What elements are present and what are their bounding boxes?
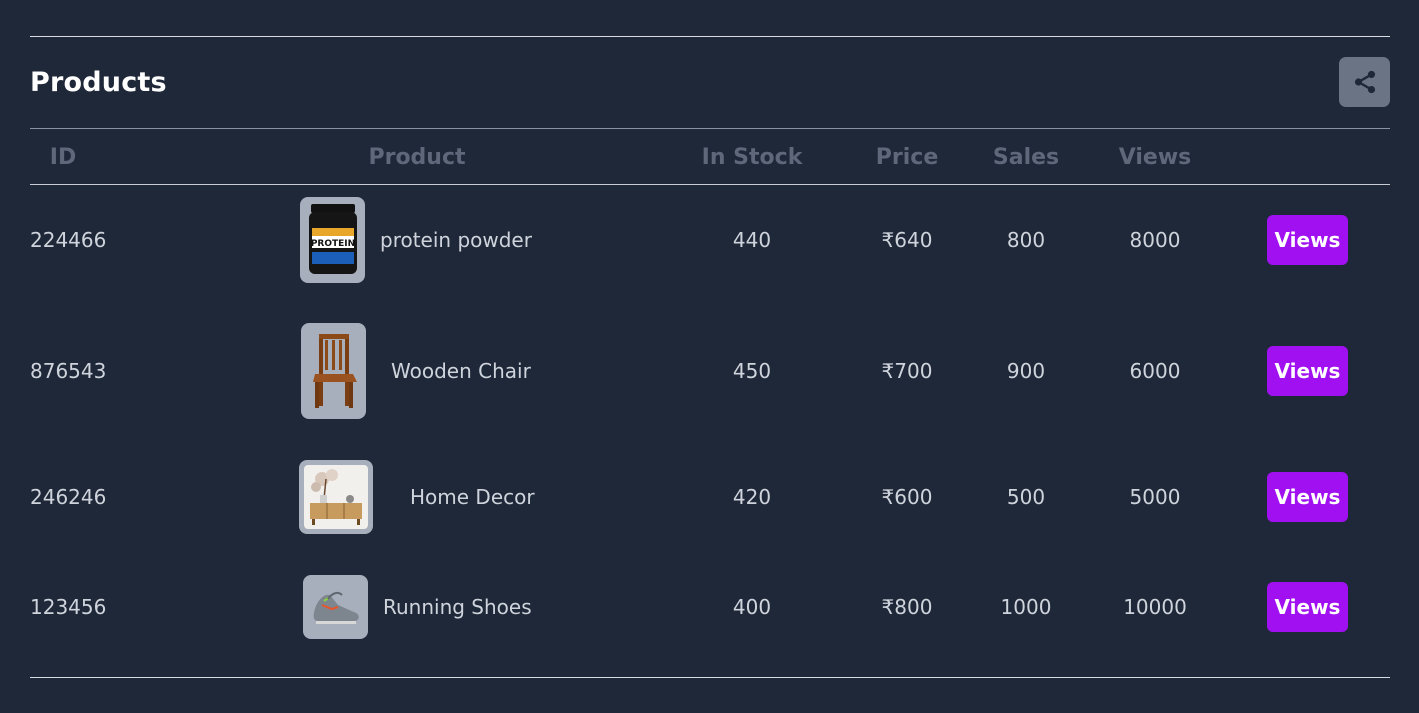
table-header: ID Product In Stock Price Sales Views [30,128,1390,185]
table-row: 876543 Wooden Chair 450 ₹700 900 6000 Vi… [30,323,1390,419]
col-header-product[interactable]: Product [368,145,465,170]
sales: 500 [1006,485,1046,509]
views-count: 6000 [1129,359,1181,383]
product-id: 123456 [30,595,107,619]
running-shoes-icon [313,591,359,624]
home-decor-icon [304,465,368,529]
product-image-decor [299,460,373,534]
views-count: 10000 [1123,595,1187,619]
product-id: 246246 [30,485,107,509]
views-count: 5000 [1129,485,1181,509]
svg-text:PROTEIN: PROTEIN [310,239,354,249]
col-header-views[interactable]: Views [1119,145,1192,170]
product-name: protein powder [380,228,532,252]
views-button[interactable]: Views [1267,472,1348,522]
table-row: 224466 PROTEIN protein powder 440 ₹640 8… [30,195,1390,285]
col-header-price[interactable]: Price [876,145,938,170]
col-header-in-stock[interactable]: In Stock [702,145,803,170]
product-name: Running Shoes [383,595,532,619]
in-stock: 440 [732,228,772,252]
product-name: Home Decor [410,485,535,509]
views-count: 8000 [1129,228,1181,252]
price: ₹800 [881,595,933,619]
product-name: Wooden Chair [391,359,531,383]
table-row: 246246 Home Decor 420 ₹600 500 5000 View… [30,460,1390,534]
protein-tub-icon: PROTEIN [308,204,357,274]
col-header-sales[interactable]: Sales [993,145,1059,170]
product-id: 224466 [30,228,107,252]
product-id: 876543 [30,359,107,383]
in-stock: 420 [732,485,772,509]
share-button[interactable] [1339,57,1390,107]
price: ₹700 [881,359,933,383]
page-title: Products [30,67,167,98]
views-button[interactable]: Views [1267,582,1348,632]
in-stock: 450 [732,359,772,383]
col-header-id[interactable]: ID [50,145,76,170]
price: ₹600 [881,485,933,509]
share-icon [1354,70,1375,94]
product-image-shoes [303,575,368,639]
sales: 1000 [1000,595,1052,619]
sales: 800 [1006,228,1046,252]
table-row: 123456 Running Shoes 400 ₹800 1000 10000… [30,574,1390,640]
views-button[interactable]: Views [1267,346,1348,396]
products-panel: Products ID Product In Stock Price Sales… [30,36,1390,678]
in-stock: 400 [732,595,772,619]
sales: 900 [1006,359,1046,383]
wooden-chair-icon [312,334,357,408]
product-image-protein: PROTEIN [300,197,365,283]
product-image-chair [301,323,366,419]
views-button[interactable]: Views [1267,215,1348,265]
price: ₹640 [881,228,933,252]
